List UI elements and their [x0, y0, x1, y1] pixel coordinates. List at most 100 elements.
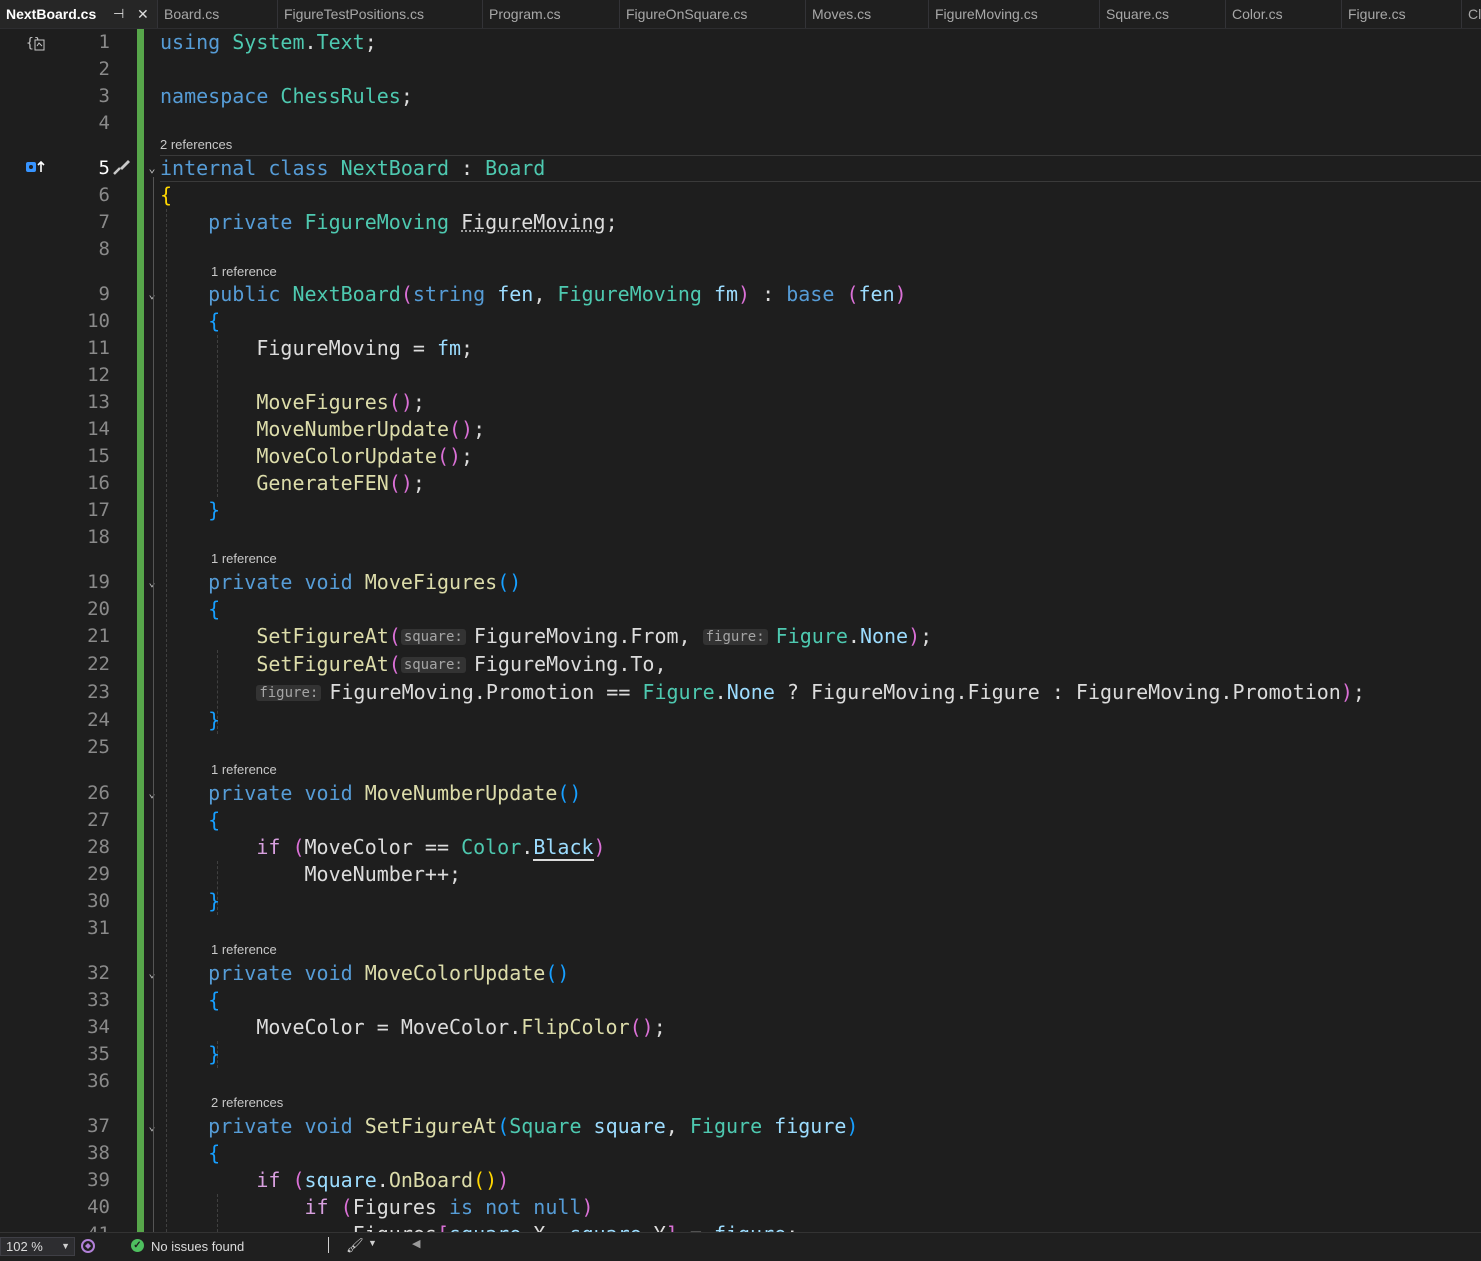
code-line: private void MoveNumberUpdate(): [208, 781, 582, 805]
copilot-icon[interactable]: [80, 1238, 96, 1254]
line-number: 19: [87, 571, 110, 593]
scroll-left-icon[interactable]: ◀: [412, 1237, 420, 1250]
tab-label: FigureOnSquare.cs: [626, 6, 748, 22]
code-line: }: [208, 889, 221, 913]
line-number: 4: [98, 112, 110, 134]
code-line: }: [208, 708, 221, 732]
code-line: }: [208, 498, 221, 522]
line-number: 24: [87, 709, 110, 731]
tab-overflow[interactable]: Cl: [1462, 0, 1481, 28]
line-number: 17: [87, 499, 110, 521]
code-line: FigureMoving = fm;: [160, 336, 474, 360]
code-line: GenerateFEN();: [256, 471, 425, 495]
implementation-icon[interactable]: [25, 159, 47, 175]
line-number: 26: [87, 782, 110, 804]
tab-label: Color.cs: [1232, 6, 1283, 22]
code-lens-references[interactable]: 2 references: [211, 1094, 283, 1112]
tab-moves[interactable]: Moves.cs: [806, 0, 929, 28]
chevron-down-icon: ▼: [61, 1241, 70, 1251]
line-number: 6: [98, 184, 110, 206]
code-lens-references[interactable]: 1 reference: [211, 941, 277, 959]
code-line: using System.Text;: [160, 30, 377, 54]
code-line: SetFigureAt(square: FigureMoving.From, fi…: [256, 624, 933, 648]
tab-label: NextBoard.cs: [6, 6, 97, 22]
code-line: figure: FigureMoving.Promotion == Figure.…: [160, 679, 1365, 706]
code-line: if (Figures is not null): [304, 1195, 594, 1219]
tab-label: Cl: [1468, 6, 1481, 22]
code-line: if (square.OnBoard()): [256, 1168, 510, 1192]
collapse-icon[interactable]: ⌄: [145, 1113, 159, 1140]
tab-board[interactable]: Board.cs: [158, 0, 278, 28]
line-number: 32: [87, 962, 110, 984]
line-number-current: 5: [98, 157, 110, 179]
tab-figure-on-square[interactable]: FigureOnSquare.cs: [620, 0, 806, 28]
collapse-icon[interactable]: ⌄: [145, 281, 159, 308]
code-lens-references[interactable]: 2 references: [160, 136, 232, 154]
collapse-icon[interactable]: ⌄: [145, 780, 159, 807]
check-circle-icon: ✓: [131, 1239, 144, 1252]
tab-label: Program.cs: [489, 6, 561, 22]
code-line: }: [208, 1042, 221, 1066]
namespace-icon: {}: [26, 36, 45, 51]
code-line: {: [208, 597, 221, 621]
quick-actions-icon[interactable]: [111, 157, 133, 177]
code-line: MoveColor = MoveColor.FlipColor();: [160, 1015, 666, 1039]
tab-label: Square.cs: [1106, 6, 1170, 22]
line-number: 18: [87, 526, 110, 548]
tab-label: Moves.cs: [812, 6, 872, 22]
line-number: 30: [87, 890, 110, 912]
code-line: namespace ChessRules;: [160, 84, 413, 108]
tab-figure-test-positions[interactable]: FigureTestPositions.cs: [278, 0, 483, 28]
code-lens-references[interactable]: 1 reference: [211, 761, 277, 779]
zoom-value: 102 %: [6, 1239, 43, 1254]
code-line: private void SetFigureAt(Square square, …: [208, 1114, 859, 1138]
fold-region-line: [153, 177, 154, 1232]
code-line: SetFigureAt(square: FigureMoving.To,: [256, 652, 667, 676]
change-tracking-bar: [137, 29, 144, 1232]
line-number: 35: [87, 1043, 110, 1065]
tab-color[interactable]: Color.cs: [1226, 0, 1342, 28]
tab-nextboard[interactable]: NextBoard.cs ⊣ ✕: [0, 0, 158, 28]
line-number: 20: [87, 598, 110, 620]
code-lens-references[interactable]: 1 reference: [211, 550, 277, 568]
code-lens-references[interactable]: 1 reference: [211, 263, 277, 281]
code-line: {: [160, 183, 173, 207]
line-number: 34: [87, 1016, 110, 1038]
collapse-icon[interactable]: ⌄: [145, 155, 159, 182]
collapse-icon[interactable]: ⌄: [145, 569, 159, 596]
code-line: Figures[square.X, square.Y] = figure;: [160, 1221, 799, 1232]
line-number: 13: [87, 391, 110, 413]
line-number: 16: [87, 472, 110, 494]
issues-status[interactable]: No issues found: [151, 1238, 244, 1255]
line-number: 28: [87, 836, 110, 858]
tab-figure-moving[interactable]: FigureMoving.cs: [929, 0, 1100, 28]
line-number: 22: [87, 653, 110, 675]
line-number: 9: [98, 283, 110, 305]
line-number: 2: [98, 58, 110, 80]
tab-label: Figure.cs: [1348, 6, 1406, 22]
line-number: 23: [87, 681, 110, 703]
zoom-dropdown[interactable]: 102 % ▼: [0, 1237, 75, 1256]
inlay-hint: square:: [400, 657, 466, 673]
divider: [328, 1237, 329, 1253]
line-number: 36: [87, 1070, 110, 1092]
tab-figure[interactable]: Figure.cs: [1342, 0, 1462, 28]
close-icon[interactable]: ✕: [137, 0, 149, 28]
line-number: 38: [87, 1142, 110, 1164]
pin-icon[interactable]: ⊣: [113, 0, 124, 28]
code-line: private FigureMoving FigureMoving;: [208, 210, 618, 234]
tab-program[interactable]: Program.cs: [483, 0, 620, 28]
inlay-hint: square:: [400, 629, 466, 645]
tab-label: FigureMoving.cs: [935, 6, 1038, 22]
line-number: 8: [98, 238, 110, 260]
tab-square[interactable]: Square.cs: [1100, 0, 1226, 28]
line-number: 10: [87, 310, 110, 332]
code-cleanup-icon[interactable]: 🖌: [346, 1237, 364, 1254]
code-line: MoveNumber++;: [160, 862, 462, 886]
code-line: private void MoveFigures(): [208, 570, 522, 594]
collapse-icon[interactable]: ⌄: [145, 960, 159, 987]
line-number: 29: [87, 863, 110, 885]
code-editor[interactable]: {} 1 2 3 4 5 6 7 8 9 10 11 12 13 14 15 1…: [0, 29, 1481, 1232]
chevron-down-icon[interactable]: ▼: [368, 1238, 377, 1248]
line-number: 33: [87, 989, 110, 1011]
